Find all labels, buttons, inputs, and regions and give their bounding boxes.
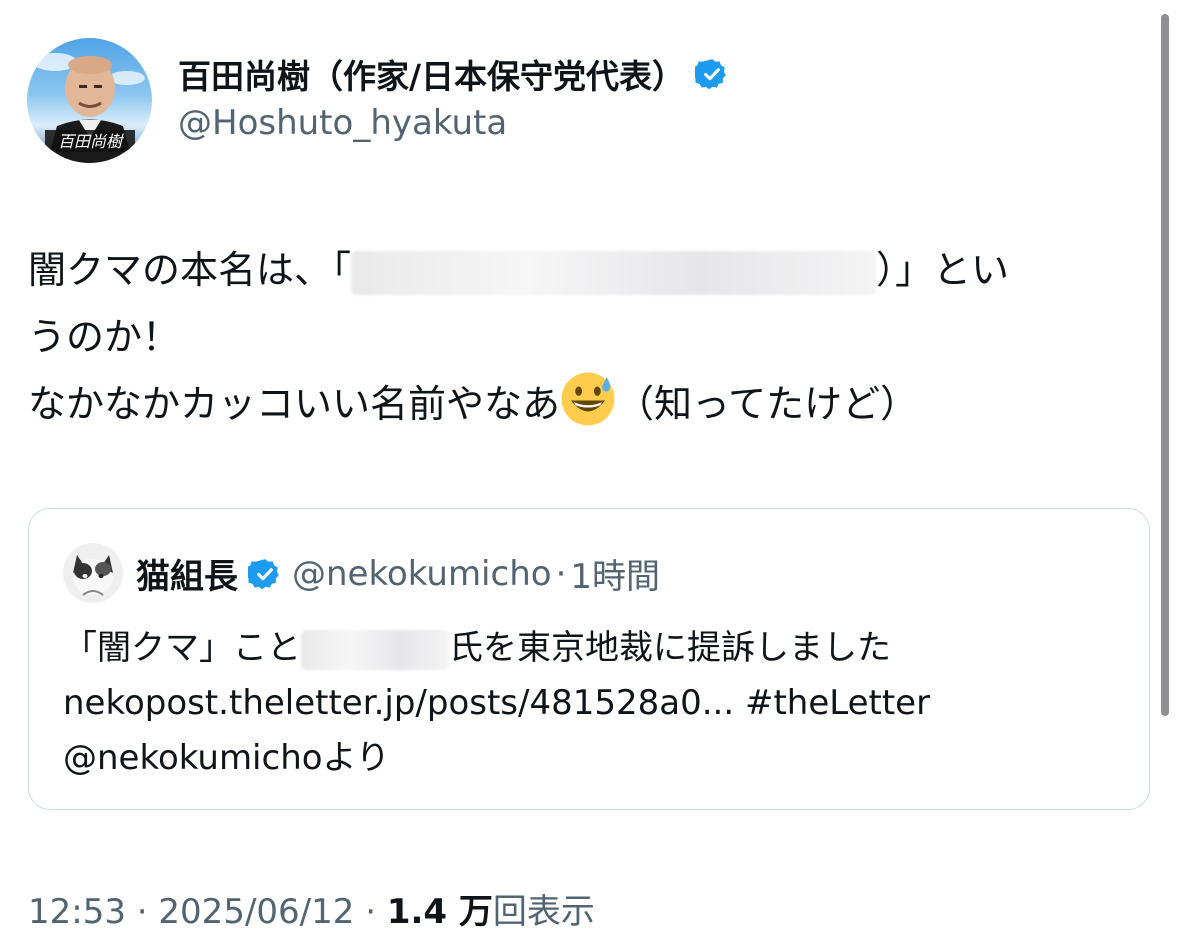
quoted-name[interactable]: 猫組長 (136, 549, 238, 598)
quoted-text: 「闇クマ」こと 氏を東京地裁に提訴しました nekopost.theletter.… (63, 621, 930, 786)
tweet-line3-prefix: なかなかカッコいい名前やなあ (28, 382, 561, 426)
meta-separator: · (354, 892, 387, 932)
tweet-line-2: うのか！ (28, 315, 181, 359)
redacted-name-block (351, 250, 877, 295)
tweet-text: 闇クマの本名は、「 ）」とい うのか！ なかなかカッコいい名前やなあ （知ってたけ… (28, 237, 1153, 438)
tweet-time[interactable]: 12:53 (28, 892, 126, 932)
quoted-avatar[interactable] (63, 543, 123, 603)
meta-separator: · (125, 892, 159, 932)
scrollbar[interactable] (1161, 14, 1169, 716)
author-handle[interactable]: @Hoshuto_hyakuta (178, 103, 507, 143)
author-avatar[interactable]: 百田尚樹 (27, 38, 152, 163)
tweet-date[interactable]: 2025/06/12 (158, 892, 354, 932)
verified-badge-icon (695, 59, 726, 90)
author-name-text: 百田尚樹（作家/日本保守党代表） (178, 57, 686, 96)
views-count: 1.4 万 (386, 892, 493, 932)
views-label: 回表示 (492, 892, 595, 932)
quoted-line1-suffix: 氏を東京地裁に提訴しました (449, 628, 891, 668)
quoted-line-3: @nekokumichoより (63, 738, 390, 778)
avatar-caption: 百田尚樹 (58, 132, 124, 151)
tweet-line-1: 闇クマの本名は、「 ）」とい (28, 237, 1153, 304)
quoted-line-1: 「闇クマ」こと 氏を東京地裁に提訴しました (63, 621, 930, 676)
tweet-line1-suffix: ）」とい (876, 248, 1010, 292)
quoted-tweet-card[interactable]: 猫組長 @nekokumicho · 1時間 「闇クマ」こと 氏を東京地裁に提訴し… (28, 508, 1150, 810)
quoted-header: 猫組長 @nekokumicho · 1時間 (136, 549, 660, 598)
tweet-line-3: なかなかカッコいい名前やなあ （知ってたけど） (28, 371, 1153, 438)
quoted-line-2[interactable]: nekopost.theletter.jp/posts/481528a0... … (63, 676, 930, 731)
quoted-line1-prefix: 「闇クマ」こと (63, 628, 301, 668)
redacted-name-block (301, 629, 449, 670)
tweet-line3-suffix: （知ってたけど） (616, 382, 919, 426)
tweet-line1-prefix: 闇クマの本名は、「 (28, 248, 352, 292)
verified-badge-icon (248, 558, 279, 589)
author-display-name[interactable]: 百田尚樹（作家/日本保守党代表） (178, 50, 729, 98)
tweet-meta: 12:53 · 2025/06/12 · 1.4 万回表示 (28, 884, 595, 933)
quoted-time: 1時間 (570, 557, 661, 597)
quoted-separator: · (555, 553, 567, 594)
grinning-face-with-sweat-icon (561, 372, 615, 426)
quoted-handle[interactable]: @nekokumicho (292, 554, 552, 594)
